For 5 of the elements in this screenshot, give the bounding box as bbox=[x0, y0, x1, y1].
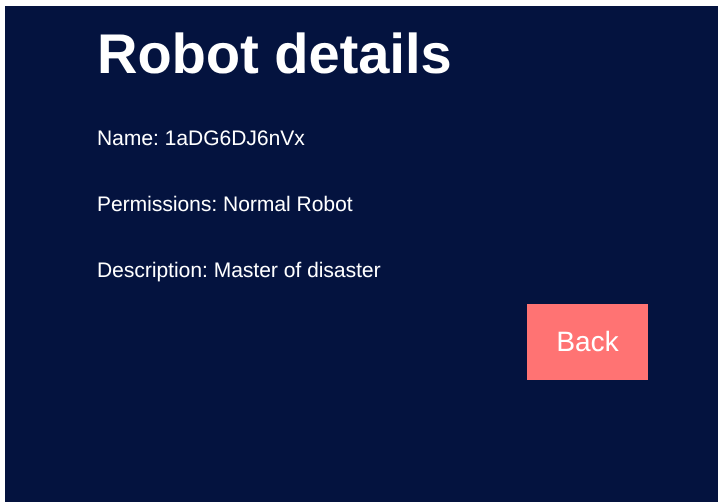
detail-text: Description: Master of disaster bbox=[97, 258, 381, 284]
back-button[interactable]: Back bbox=[527, 304, 648, 380]
page-title: Robot details bbox=[97, 26, 452, 82]
detail-text: Name: 1aDG6DJ6nVx bbox=[97, 126, 305, 152]
detail-text: Permissions: Normal Robot bbox=[97, 192, 353, 218]
